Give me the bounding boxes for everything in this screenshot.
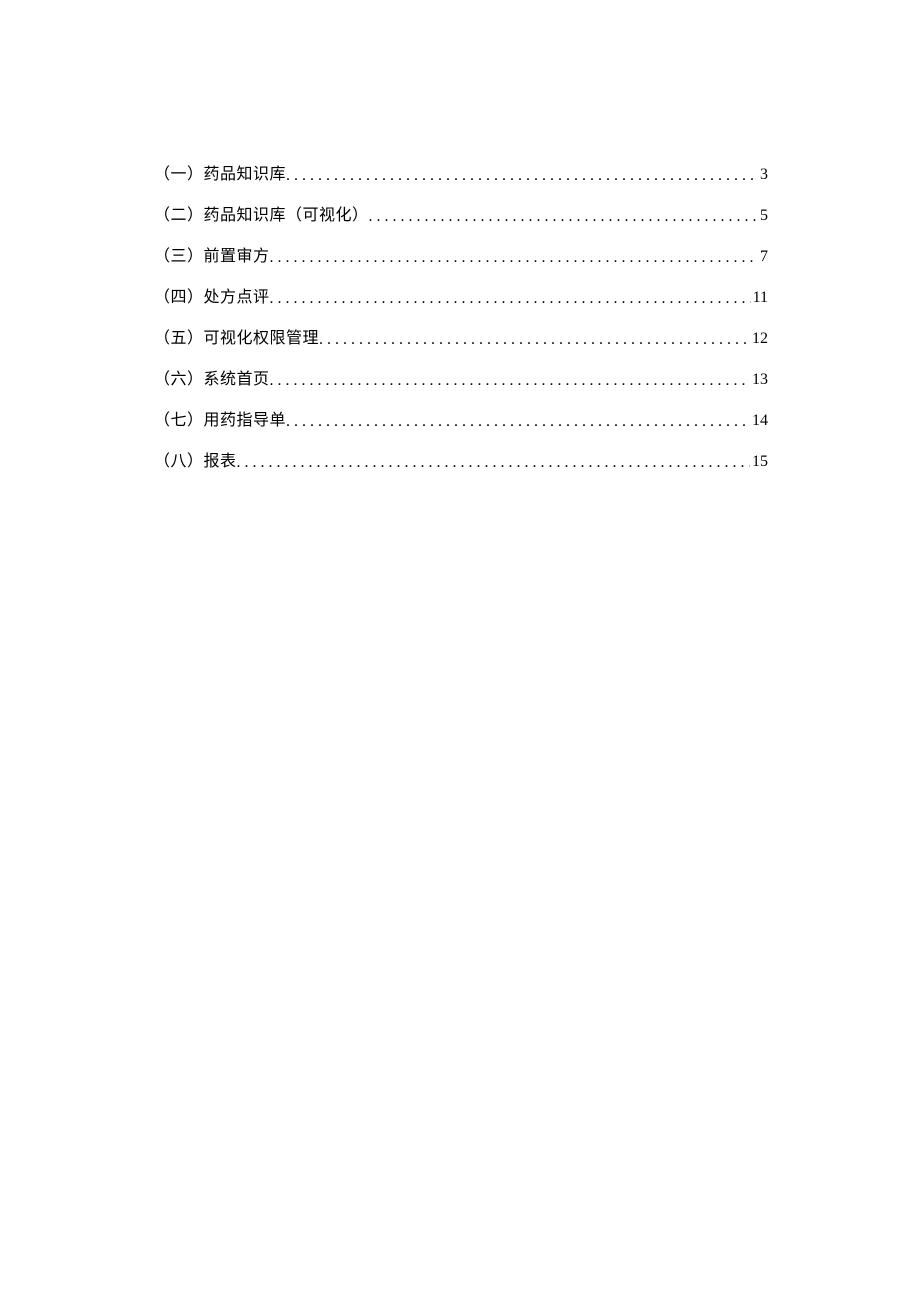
toc-leader-dots bbox=[369, 205, 758, 229]
toc-entry[interactable]: （八）报表 15 bbox=[154, 450, 768, 474]
toc-entry-page: 13 bbox=[750, 368, 768, 392]
toc-entry[interactable]: （三）前置审方 7 bbox=[154, 245, 768, 269]
toc-leader-dots bbox=[270, 369, 750, 393]
toc-entry[interactable]: （二）药品知识库（可视化） 5 bbox=[154, 204, 768, 228]
toc-entry-page: 14 bbox=[750, 409, 768, 433]
toc-entry-page: 5 bbox=[758, 204, 768, 228]
toc-leader-dots bbox=[237, 451, 750, 475]
toc-entry-label: （六）系统首页 bbox=[154, 368, 270, 392]
toc-leader-dots bbox=[270, 246, 758, 270]
toc-entry[interactable]: （五）可视化权限管理 12 bbox=[154, 327, 768, 351]
toc-entry-page: 12 bbox=[750, 327, 768, 351]
toc-entry-label: （七）用药指导单 bbox=[154, 409, 286, 433]
toc-entry-page: 7 bbox=[758, 245, 768, 269]
toc-leader-dots bbox=[319, 328, 750, 352]
toc-leader-dots bbox=[270, 287, 751, 311]
toc-entry-label: （一）药品知识库 bbox=[154, 163, 286, 187]
table-of-contents: （一）药品知识库 3 （二）药品知识库（可视化） 5 （三）前置审方 7 （四）… bbox=[154, 163, 768, 474]
toc-leader-dots bbox=[286, 410, 750, 434]
toc-entry-label: （四）处方点评 bbox=[154, 286, 270, 310]
toc-leader-dots bbox=[286, 164, 758, 188]
toc-entry[interactable]: （四）处方点评 11 bbox=[154, 286, 768, 310]
toc-entry-label: （五）可视化权限管理 bbox=[154, 327, 319, 351]
toc-entry[interactable]: （六）系统首页 13 bbox=[154, 368, 768, 392]
toc-entry-label: （二）药品知识库（可视化） bbox=[154, 204, 369, 228]
toc-entry-page: 3 bbox=[758, 163, 768, 187]
toc-entry[interactable]: （七）用药指导单 14 bbox=[154, 409, 768, 433]
toc-entry-label: （三）前置审方 bbox=[154, 245, 270, 269]
toc-entry-label: （八）报表 bbox=[154, 450, 237, 474]
toc-entry-page: 15 bbox=[750, 450, 768, 474]
toc-entry-page: 11 bbox=[751, 286, 768, 310]
toc-entry[interactable]: （一）药品知识库 3 bbox=[154, 163, 768, 187]
